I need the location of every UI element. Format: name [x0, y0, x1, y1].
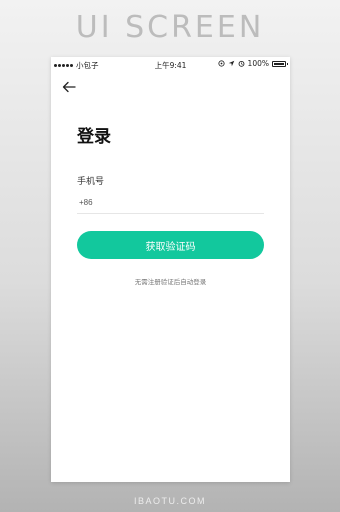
status-bar: 小包子 上午9:41 100% — [51, 57, 290, 71]
battery-icon — [272, 60, 288, 67]
page-title: 登录 — [77, 127, 111, 146]
phone-label: 手机号 — [77, 176, 105, 186]
auto-login-hint: 无需注册验证后自动登录 — [134, 279, 207, 286]
back-arrow-icon[interactable] — [61, 79, 77, 95]
watermark: IBAOTU.COM — [133, 496, 206, 506]
location-arrow-icon — [228, 60, 234, 67]
phone-screen: 小包子 上午9:41 100% 登录 手机号 +86 获取验证码 无需注册验证后… — [51, 57, 290, 482]
alarm-clock-icon — [238, 60, 244, 67]
get-verification-code-button[interactable]: 获取验证码 — [77, 231, 264, 259]
status-right: 100% — [217, 59, 288, 68]
country-code-selector[interactable]: +86 — [79, 198, 93, 207]
rotation-lock-icon — [217, 60, 225, 67]
phone-field: +86 — [77, 192, 264, 214]
phone-input[interactable] — [100, 197, 264, 208]
battery-percentage: 100% — [247, 59, 269, 68]
banner-title: UI SCREEN — [75, 10, 265, 45]
battery-level — [274, 62, 284, 65]
